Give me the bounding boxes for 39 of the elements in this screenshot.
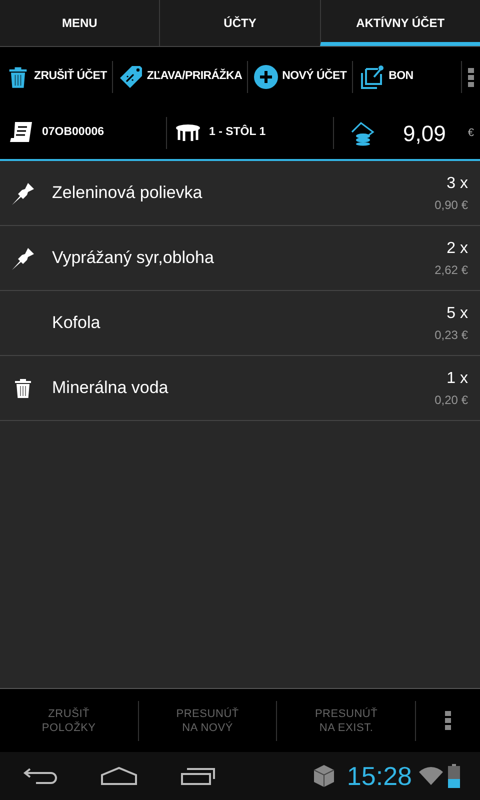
price-tag-icon bbox=[118, 64, 144, 90]
battery-icon bbox=[448, 764, 460, 788]
item-price: 0,23 € bbox=[434, 327, 468, 344]
order-item[interactable]: Kofola 5 x 0,23 € bbox=[0, 291, 480, 356]
back-icon[interactable] bbox=[22, 766, 58, 786]
item-quantity: 3 x bbox=[446, 174, 468, 194]
table-icon bbox=[175, 124, 201, 142]
item-name: Vyprážaný syr,obloha bbox=[52, 247, 214, 270]
coins-icon bbox=[350, 120, 376, 146]
action-button[interactable]: BON bbox=[352, 47, 418, 107]
item-name: Kofola bbox=[52, 312, 100, 334]
recent-apps-icon[interactable] bbox=[180, 766, 216, 786]
item-price: 0,90 € bbox=[434, 197, 468, 214]
action-button[interactable]: ZĽAVA/PRIRÁŽKA bbox=[112, 47, 248, 107]
currency: € bbox=[468, 126, 474, 141]
pushpin-icon bbox=[11, 245, 37, 271]
item-price: 0,20 € bbox=[434, 392, 468, 409]
home-icon[interactable] bbox=[100, 766, 138, 786]
tab[interactable]: ÚČTY bbox=[159, 0, 320, 46]
action-button[interactable]: NOVÝ ÚČET bbox=[248, 47, 352, 107]
item-price: 2,62 € bbox=[434, 262, 468, 279]
clock: 15:28 bbox=[346, 760, 412, 792]
action-button[interactable]: ZRUŠIŤ ÚČET bbox=[0, 47, 112, 107]
cube-icon bbox=[312, 764, 335, 788]
item-name: Zeleninová polievka bbox=[52, 182, 202, 204]
item-name: Minerálna voda bbox=[52, 377, 168, 400]
table-name: 1 - STÔL 1 bbox=[209, 124, 266, 140]
wifi-icon bbox=[418, 766, 444, 786]
add-icon bbox=[253, 64, 280, 90]
item-quantity: 1 x bbox=[446, 369, 468, 389]
bill-number: 07OB00006 bbox=[42, 125, 104, 140]
total-amount: 9,09 bbox=[403, 120, 446, 148]
order-item[interactable]: Minerálna voda 1 x 0,20 € bbox=[0, 356, 480, 421]
item-quantity: 2 x bbox=[446, 239, 468, 259]
order-item[interactable]: Vyprážaný syr,obloha 2 x 2,62 € bbox=[0, 226, 480, 291]
item-quantity: 5 x bbox=[446, 304, 468, 324]
pushpin-icon bbox=[11, 180, 37, 206]
order-item[interactable]: Zeleninová polievka 3 x 0,90 € bbox=[0, 161, 480, 226]
tab[interactable]: MENU bbox=[0, 0, 160, 46]
